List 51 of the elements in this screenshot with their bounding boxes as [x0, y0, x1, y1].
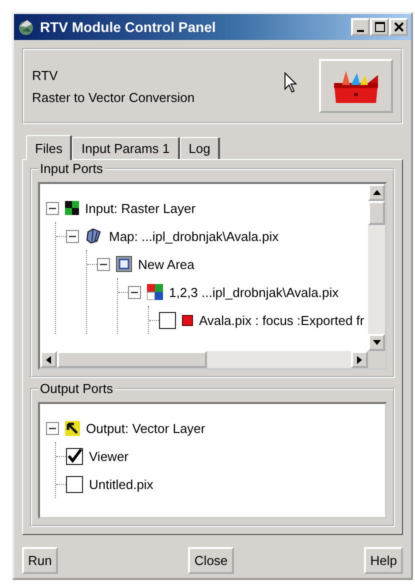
right-arrow-icon[interactable]: [357, 356, 362, 364]
vertical-scrollbar[interactable]: [368, 184, 385, 351]
raster-layer-icon: [65, 201, 79, 215]
rgb-channels-icon: [147, 284, 163, 300]
map-icon: [85, 228, 103, 244]
group-title: Output Ports: [38, 381, 115, 396]
minimize-icon: [357, 30, 364, 32]
area-icon: [116, 256, 132, 272]
expander-toggle[interactable]: [128, 286, 141, 298]
vector-layer-icon: [65, 420, 80, 436]
tab[interactable]: Files: [26, 135, 72, 160]
tree-item-label[interactable]: Output: Vector Layer: [86, 420, 206, 436]
tree-item-label[interactable]: Viewer: [89, 448, 129, 464]
module-description: Raster to Vector Conversion: [32, 90, 196, 104]
expander-toggle[interactable]: [46, 202, 59, 214]
group-title: Input Ports: [38, 161, 105, 176]
checkmark-icon: [67, 448, 82, 464]
tab[interactable]: Input Params 1: [72, 137, 180, 159]
maximize-button[interactable]: [370, 18, 389, 36]
tree-item-label[interactable]: Input: Raster Layer: [85, 200, 196, 216]
down-arrow-icon[interactable]: [372, 340, 380, 345]
cursor-icon: [284, 72, 298, 94]
expander-toggle[interactable]: [66, 230, 79, 242]
tree-item-label[interactable]: 1,2,3 ...ipl_drobnjak\Avala.pix: [169, 284, 339, 300]
horizontal-scrollbar[interactable]: [40, 351, 385, 368]
scroll-thumb[interactable]: [57, 351, 207, 368]
tree-item-label[interactable]: Map: ...ipl_drobnjak\Avala.pix: [109, 228, 279, 244]
scroll-thumb[interactable]: [368, 201, 385, 225]
close-button[interactable]: [389, 18, 408, 36]
close-icon: [394, 22, 404, 32]
window-title: RTV Module Control Panel: [40, 19, 217, 35]
app-icon: [17, 18, 35, 36]
band-swatch-icon: [182, 314, 193, 326]
minimize-button[interactable]: [351, 18, 370, 36]
module-name: RTV: [32, 68, 59, 82]
tree-item-label[interactable]: New Area: [138, 256, 194, 272]
expander-toggle[interactable]: [97, 258, 110, 270]
dialog-button[interactable]: Run: [22, 547, 58, 574]
tab[interactable]: Log: [180, 137, 220, 159]
checkbox[interactable]: [66, 476, 83, 492]
dialog-button[interactable]: Help: [364, 547, 403, 574]
toolbox-button[interactable]: [319, 59, 393, 113]
checkbox[interactable]: [66, 448, 83, 464]
tree-item-label[interactable]: Avala.pix : focus :Exported fr: [199, 312, 364, 328]
maximize-icon: [374, 22, 384, 32]
up-arrow-icon[interactable]: [372, 190, 380, 195]
tree-item-label[interactable]: Untitled.pix: [89, 476, 154, 492]
left-arrow-icon[interactable]: [46, 356, 51, 364]
checkbox[interactable]: [159, 312, 176, 328]
expander-toggle[interactable]: [46, 422, 59, 434]
dialog-button[interactable]: Close: [188, 547, 234, 574]
